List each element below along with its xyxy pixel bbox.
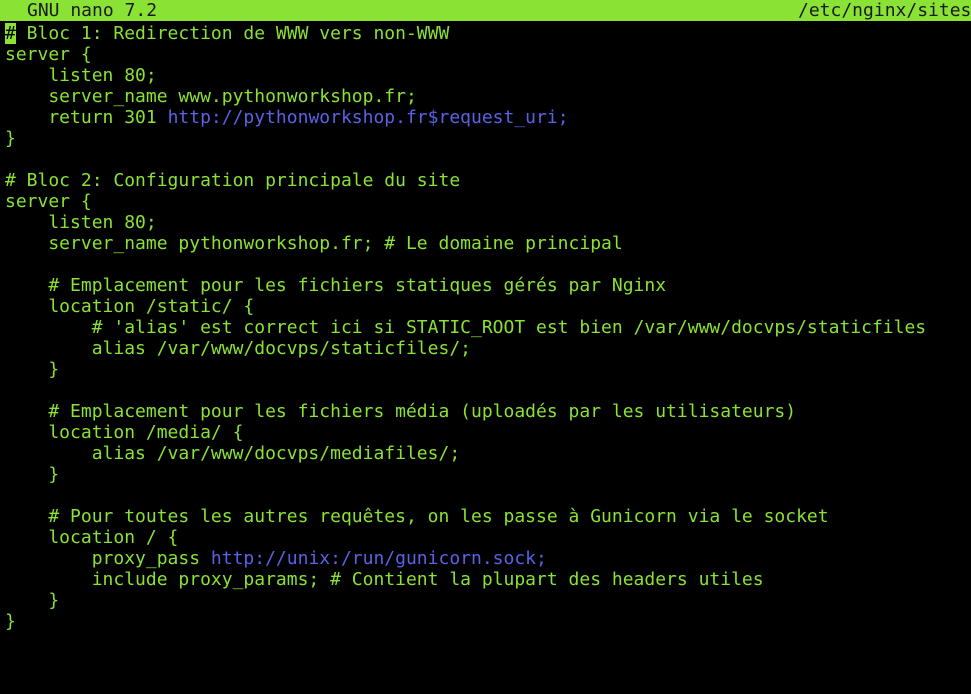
editor-line[interactable]: } [5, 464, 971, 485]
text-cursor: # [5, 23, 16, 44]
line-text: location /static/ { [5, 296, 255, 317]
line-text: } [5, 464, 60, 485]
line-text: listen 80; [5, 212, 157, 233]
editor-line[interactable]: server_name www.pythonworkshop.fr; [5, 86, 971, 107]
editor-line[interactable]: listen 80; [5, 65, 971, 86]
nano-title-bar: GNU nano 7.2 /etc/nginx/sites [0, 0, 971, 21]
editor-line[interactable] [5, 149, 971, 170]
line-text: server { [5, 191, 92, 212]
url-text: http://pythonworkshop.fr$request_uri; [167, 107, 569, 128]
file-path: /etc/nginx/sites [798, 0, 971, 21]
editor-line[interactable]: # Pour toutes les autres requêtes, on le… [5, 506, 971, 527]
terminal-window: GNU nano 7.2 /etc/nginx/sites # Bloc 1: … [0, 0, 971, 694]
line-text: # Emplacement pour les fichiers statique… [5, 275, 667, 296]
line-text: Bloc 1: Redirection de WWW vers non-WWW [15, 23, 450, 44]
editor-line[interactable]: } [5, 611, 971, 632]
line-text: alias /var/www/docvps/mediafiles/; [5, 443, 461, 464]
line-text: location /media/ { [5, 422, 244, 443]
line-text: } [5, 359, 60, 380]
line-text: listen 80; [5, 65, 157, 86]
line-text: include proxy_params; # Contient la plup… [5, 569, 764, 590]
editor-line[interactable]: alias /var/www/docvps/staticfiles/; [5, 338, 971, 359]
line-text: alias /var/www/docvps/staticfiles/; [5, 338, 471, 359]
line-text: # Bloc 2: Configuration principale du si… [5, 170, 461, 191]
editor-line[interactable] [5, 380, 971, 401]
editor-line[interactable]: server_name pythonworkshop.fr; # Le doma… [5, 233, 971, 254]
line-text: # Pour toutes les autres requêtes, on le… [5, 506, 829, 527]
line-text: } [5, 128, 16, 149]
editor-line[interactable]: server { [5, 44, 971, 65]
editor-line[interactable]: # Emplacement pour les fichiers média (u… [5, 401, 971, 422]
line-text: server_name pythonworkshop.fr; # Le doma… [5, 233, 623, 254]
editor-buffer[interactable]: # Bloc 1: Redirection de WWW vers non-WW… [5, 23, 971, 632]
line-text: # 'alias' est correct ici si STATIC_ROOT… [5, 317, 927, 338]
editor-line[interactable] [5, 254, 971, 275]
editor-line[interactable]: # Bloc 1: Redirection de WWW vers non-WW… [5, 23, 971, 44]
editor-line[interactable]: return 301 http://pythonworkshop.fr$requ… [5, 107, 971, 128]
editor-line[interactable] [5, 485, 971, 506]
editor-line[interactable]: # 'alias' est correct ici si STATIC_ROOT… [5, 317, 971, 338]
editor-line[interactable]: server { [5, 191, 971, 212]
editor-line[interactable]: alias /var/www/docvps/mediafiles/; [5, 443, 971, 464]
editor-line[interactable]: # Emplacement pour les fichiers statique… [5, 275, 971, 296]
editor-line[interactable]: location /media/ { [5, 422, 971, 443]
editor-line[interactable]: include proxy_params; # Contient la plup… [5, 569, 971, 590]
editor-line[interactable]: listen 80; [5, 212, 971, 233]
editor-line[interactable]: # Bloc 2: Configuration principale du si… [5, 170, 971, 191]
line-text: # Emplacement pour les fichiers média (u… [5, 401, 797, 422]
line-text: } [5, 611, 16, 632]
line-text: server { [5, 44, 92, 65]
line-text: } [5, 590, 60, 611]
editor-line[interactable]: } [5, 359, 971, 380]
app-title: GNU nano 7.2 [27, 0, 158, 21]
line-text: proxy_pass [5, 548, 211, 569]
editor-line[interactable]: } [5, 590, 971, 611]
editor-line[interactable]: location / { [5, 527, 971, 548]
line-text: server_name www.pythonworkshop.fr; [5, 86, 417, 107]
line-text: return 301 [5, 107, 168, 128]
line-text: location / { [5, 527, 179, 548]
url-text: http://unix:/run/gunicorn.sock; [210, 548, 547, 569]
editor-line[interactable]: location /static/ { [5, 296, 971, 317]
editor-line[interactable]: proxy_pass http://unix:/run/gunicorn.soc… [5, 548, 971, 569]
editor-line[interactable]: } [5, 128, 971, 149]
